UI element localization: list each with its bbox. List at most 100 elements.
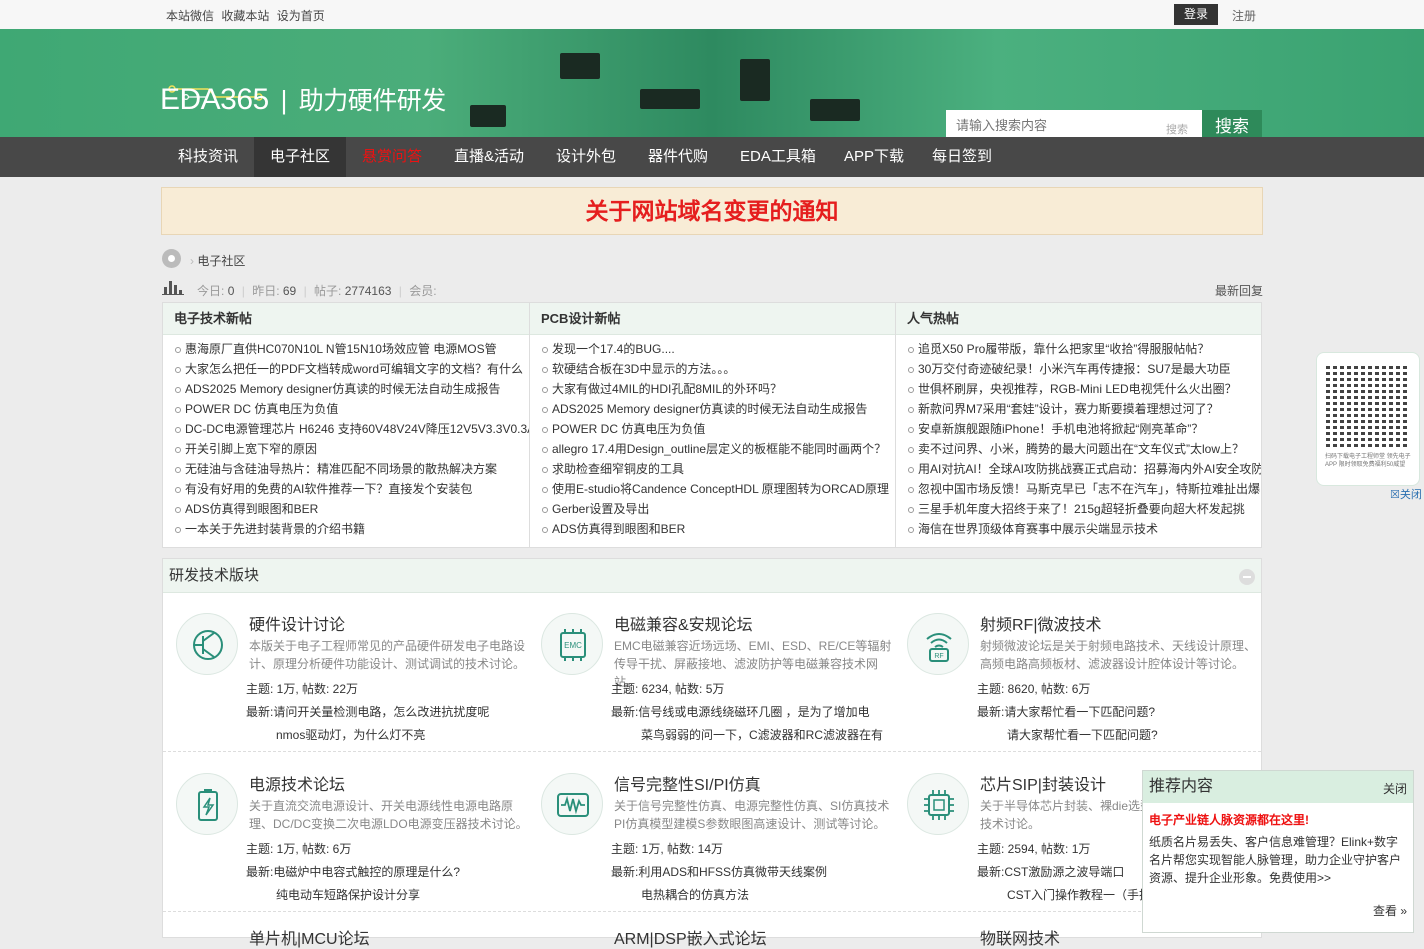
nav-item-outsourcing[interactable]: 设计外包 [540, 137, 632, 177]
nav-item-live[interactable]: 直播&活动 [438, 137, 540, 177]
forum-title[interactable]: 芯片SIP|封装设计 [980, 771, 1106, 795]
search-input[interactable] [956, 118, 1156, 133]
search-button[interactable]: 搜索 [1202, 110, 1262, 137]
forum-card[interactable]: ARM|DSP嵌入式论坛 [541, 921, 901, 948]
post-link[interactable]: ADS2025 Memory designer仿真读的时候无法自动生成报告 [530, 399, 895, 419]
post-link[interactable]: 世俱杯刷屏，央视推荐，RGB-Mini LED电视凭什么火出圈？ [896, 379, 1261, 399]
site-logo[interactable]: EDA365 | 助力硬件研发 [160, 81, 446, 117]
post-link[interactable]: ADS仿真得到眼图和BER [530, 519, 895, 539]
qr-code-widget[interactable]: 扫码下载电子工程师堂 领先电子APP 限时领取免费福利50威望 [1316, 352, 1420, 486]
nav-item-components[interactable]: 器件代购 [632, 137, 724, 177]
post-link[interactable]: 求助检查细窄铜皮的工具 [530, 459, 895, 479]
stats-yesterday: 69 [282, 284, 297, 298]
forum-card[interactable]: RF 射频RF|微波技术 射频微波论坛是关于射频电路技术、天线设计原理、高频电路… [907, 607, 1267, 762]
latest-reply-link[interactable]: 最新回复 [1215, 282, 1263, 299]
breadcrumb-separator: › [190, 254, 194, 268]
forum-latest[interactable]: CST入门操作教程一（手把 [1007, 886, 1151, 903]
post-link[interactable]: 开关引脚上宽下窄的原因 [163, 439, 529, 459]
post-link[interactable]: 海信在世界顶级体育赛事中展示尖端显示技术 [896, 519, 1261, 539]
post-link[interactable]: 一本关于先进封装背景的介绍书籍 [163, 519, 529, 539]
post-link[interactable]: ADS仿真得到眼图和BER [163, 499, 529, 519]
post-link[interactable]: 忽视中国市场反馈！马斯克早已「志不在汽车」，特斯拉难扯出爆 [896, 479, 1261, 499]
search-hint: 搜索 [1166, 124, 1188, 136]
svg-text:RF: RF [934, 653, 943, 660]
post-link[interactable]: 大家有做过4MIL的HDI孔配8MIL的外环吗？ [530, 379, 895, 399]
post-link[interactable]: 用AI对抗AI！全球AI攻防挑战赛正式启动：招募海内外AI安全攻防 [896, 459, 1261, 479]
post-link[interactable]: 安卓新旗舰跟随iPhone！手机电池将掀起“刚亮革命”？ [896, 419, 1261, 439]
divider [163, 751, 1261, 752]
post-link[interactable]: 软硬结合板在3D中显示的方法。。。 [530, 359, 895, 379]
post-link[interactable]: POWER DC 仿真电压为负值 [163, 399, 529, 419]
post-link[interactable]: 30万交付奇迹破纪录！小米汽车再传捷报：SU7是最大功臣 [896, 359, 1261, 379]
forum-title[interactable]: 硬件设计讨论 [249, 611, 345, 635]
nav-item-checkin[interactable]: 每日签到 [916, 137, 1008, 177]
panel-title: 电子技术新帖 [163, 303, 529, 335]
post-link[interactable]: POWER DC 仿真电压为负值 [530, 419, 895, 439]
forum-counts: 主题: 8620, 帖数: 6万 [977, 682, 1091, 696]
forum-counts: 主题: 2594, 帖数: 1万 [977, 842, 1091, 856]
bookmark-link[interactable]: 收藏本站 [221, 9, 269, 23]
notice-banner[interactable]: 关于网站域名变更的通知 [161, 187, 1263, 235]
forum-desc: 关于信号完整性仿真、电源完整性仿真、SI仿真技术PI仿真模型建模S参数眼图高速设… [614, 799, 890, 831]
forum-title[interactable]: 信号完整性SI/PI仿真 [614, 771, 761, 795]
post-link[interactable]: 三星手机年度大招终于来了！215g超轻折叠要向超大杯发起挑 [896, 499, 1261, 519]
forum-title[interactable]: 物联网技术 [980, 925, 1060, 949]
qr-close-button[interactable]: ☒关闭 [1390, 486, 1422, 502]
forum-title[interactable]: 电磁兼容&安规论坛 [614, 611, 753, 635]
nav-item-eda-tools[interactable]: EDA工具箱 [724, 137, 832, 177]
post-link[interactable]: 惠海原厂直供HC070N10L N管15N10场效应管 电源MOS管 [163, 339, 529, 359]
collapse-icon[interactable] [1239, 569, 1255, 585]
emc-chip-icon: EMC [541, 613, 603, 675]
recommend-body[interactable]: 纸质名片易丢失、客户信息难管理？Elink+数字名片帮您实现智能人脉管理，助力企… [1149, 833, 1407, 887]
post-link[interactable]: 无硅油与含硅油导热片：精准匹配不同场景的散热解决方案 [163, 459, 529, 479]
nav-item-community[interactable]: 电子社区 [254, 137, 347, 177]
forum-latest[interactable]: 最新:利用ADS和HFSS仿真微带天线案例 [611, 863, 827, 880]
post-link[interactable]: Gerber设置及导出 [530, 499, 895, 519]
set-homepage-link[interactable]: 设为首页 [277, 9, 325, 23]
recommend-headline[interactable]: 电子产业链人脉资源都在这里! [1149, 811, 1309, 828]
recommend-title: 推荐内容 [1143, 771, 1413, 803]
forum-latest[interactable]: 最新:请问开关量检测电路，怎么改进抗扰度呢 [246, 703, 489, 720]
nav-item-news[interactable]: 科技资讯 [162, 137, 254, 177]
stats-today: 0 [227, 284, 235, 298]
forum-latest[interactable]: 最新:电磁炉中电容式触控的原理是什么? [246, 863, 460, 880]
recommend-more-link[interactable]: 查看 » [1373, 902, 1407, 919]
forum-counts: 主题: 6234, 帖数: 5万 [611, 682, 725, 696]
forum-title[interactable]: ARM|DSP嵌入式论坛 [614, 925, 767, 949]
breadcrumb-current[interactable]: 电子社区 [197, 254, 245, 268]
nav-item-bounty[interactable]: 悬赏问答 [346, 137, 438, 177]
post-link[interactable]: ADS2025 Memory designer仿真读的时候无法自动生成报告 [163, 379, 529, 399]
post-link[interactable]: 新款问界M7采用“套娃”设计，赛力斯要摸着理想过河了？ [896, 399, 1261, 419]
forum-title[interactable]: 电源技术论坛 [249, 771, 345, 795]
forum-latest[interactable]: 电热耦合的仿真方法 [641, 886, 749, 903]
forum-latest[interactable]: 纯电动车短路保护设计分享 [276, 886, 420, 903]
forum-latest[interactable]: 最新:CST激励源之波导端口 [977, 863, 1124, 880]
post-link[interactable]: 大家怎么把任一的PDF文档转成word可编辑文字的文档？有什么 [163, 359, 529, 379]
forum-card[interactable]: 信号完整性SI/PI仿真 关于信号完整性仿真、电源完整性仿真、SI仿真技术PI仿… [541, 767, 901, 922]
forum-card[interactable]: EMC 电磁兼容&安规论坛 EMC电磁兼容近场远场、EMI、ESD、RE/CE等… [541, 607, 901, 762]
forum-latest[interactable]: 请大家帮忙看一下匹配问题? [1007, 726, 1158, 743]
home-icon[interactable] [162, 249, 181, 268]
forum-title[interactable]: 单片机|MCU论坛 [249, 925, 370, 949]
post-link[interactable]: 追觅X50 Pro履带版，靠什么把家里“收拾”得服服帖帖？ [896, 339, 1261, 359]
post-list: 惠海原厂直供HC070N10L N管15N10场效应管 电源MOS管 大家怎么把… [163, 335, 529, 539]
nav-item-app[interactable]: APP下载 [828, 137, 920, 177]
post-link[interactable]: 有没有好用的免费的AI软件推荐一下？直接发个安装包 [163, 479, 529, 499]
post-link[interactable]: 使用E-studio将Candence ConceptHDL 原理图转为ORCA… [530, 479, 895, 499]
forum-latest[interactable]: nmos驱动灯，为什么灯不亮 [276, 726, 425, 743]
forum-card[interactable]: 电源技术论坛 关于直流交流电源设计、开关电源线性电源电路原理、DC/DC变换二次… [176, 767, 536, 922]
post-link[interactable]: allegro 17.4用Design_outline层定义的板框能不能同时画两… [530, 439, 895, 459]
post-link[interactable]: 卖不过问界、小米，腾势的最大问题出在“文车仪式”太low上？ [896, 439, 1261, 459]
post-link[interactable]: DC-DC电源管理芯片 H6246 支持60V48V24V降压12V5V3.3V… [163, 419, 529, 439]
forum-title[interactable]: 射频RF|微波技术 [980, 611, 1102, 635]
recommend-close-button[interactable]: 关闭 [1383, 780, 1407, 797]
login-button[interactable]: 登录 [1174, 4, 1218, 25]
register-link[interactable]: 注册 [1232, 7, 1256, 24]
wechat-link[interactable]: 本站微信 [166, 9, 214, 23]
forum-latest[interactable]: 菜鸟弱弱的问一下，C滤波器和RC滤波器在有 [641, 726, 883, 743]
forum-card[interactable]: 硬件设计讨论 本版关于电子工程师常见的产品硬件研发电子电路设计、原理分析硬件功能… [176, 607, 536, 762]
forum-latest[interactable]: 最新:请大家帮忙看一下匹配问题? [977, 703, 1155, 720]
forum-latest[interactable]: 最新:信号线或电源线绕磁环几圈 ，是为了增加电 [611, 703, 870, 720]
forum-card[interactable]: 单片机|MCU论坛 [176, 921, 536, 948]
post-link[interactable]: 发现一个17.4的BUG.... [530, 339, 895, 359]
